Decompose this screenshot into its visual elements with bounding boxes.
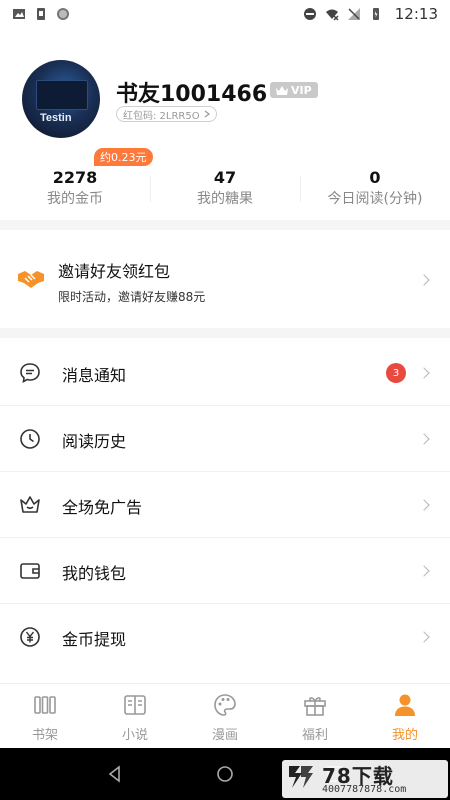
status-left xyxy=(12,7,70,21)
message-icon xyxy=(20,363,40,383)
unread-badge: 3 xyxy=(386,363,406,383)
wallet-icon xyxy=(20,563,40,579)
bottom-tab-bar: 书架 小说 漫画 福利 我的 xyxy=(0,683,450,748)
back-icon[interactable] xyxy=(104,763,126,785)
crown-icon xyxy=(20,496,40,513)
chevron-right-icon xyxy=(418,631,430,643)
red-packet-code-text: 红包码: 2LRR5O xyxy=(123,110,200,122)
crown-small-icon xyxy=(276,85,288,95)
stat-label: 我的金币 xyxy=(47,191,103,207)
no-signal-icon xyxy=(347,8,360,20)
book-icon xyxy=(124,695,146,715)
menu-item-messages[interactable]: 消息通知 3 xyxy=(0,340,450,406)
stat-label: 我的糖果 xyxy=(197,191,253,207)
section-divider xyxy=(0,328,450,338)
menu-label: 我的钱包 xyxy=(62,564,127,583)
avatar-screen xyxy=(36,80,88,110)
menu-label: 全场免广告 xyxy=(62,498,143,517)
watermark-phone: 4007787878.com xyxy=(322,784,407,795)
watermark-logo-icon xyxy=(289,766,313,788)
menu-label: 金币提现 xyxy=(62,630,127,649)
status-bar: 12:13 xyxy=(0,0,450,28)
menu-item-withdraw[interactable]: 金币提现 xyxy=(0,604,450,670)
menu-label: 阅读历史 xyxy=(62,432,127,451)
chevron-right-icon xyxy=(418,499,430,511)
username: 书友1001466 xyxy=(116,82,268,107)
watermark: 78下载 4007787878.com xyxy=(282,760,448,798)
stat-value: 47 xyxy=(213,168,237,187)
stat-reading-today[interactable]: 0 今日阅读(分钟) xyxy=(300,168,450,212)
tab-label: 小说 xyxy=(121,728,148,743)
red-packet-code[interactable]: 红包码: 2LRR5O xyxy=(116,106,217,122)
avatar[interactable]: Testin xyxy=(22,60,100,138)
tab-welfare[interactable]: 福利 xyxy=(270,684,360,748)
status-right: 12:13 xyxy=(303,5,438,23)
stat-candies[interactable]: 47 我的糖果 xyxy=(150,168,300,212)
menu-item-no-ads[interactable]: 全场免广告 xyxy=(0,472,450,538)
stat-coins[interactable]: 2278 我的金币 xyxy=(0,168,150,212)
image-icon xyxy=(13,9,25,19)
gift-icon xyxy=(304,697,326,716)
tab-label: 漫画 xyxy=(211,728,238,743)
person-icon xyxy=(395,694,415,716)
profile-header: Testin 书友1001466 VIP 红包码: 2LRR5O xyxy=(0,56,450,146)
stat-value: 0 xyxy=(369,168,381,187)
tab-bookshelf[interactable]: 书架 xyxy=(0,684,90,748)
palette-icon xyxy=(214,694,236,716)
sim-icon xyxy=(37,8,45,20)
wifi-off-icon xyxy=(325,9,339,21)
tab-comics[interactable]: 漫画 xyxy=(180,684,270,748)
battery-icon xyxy=(372,8,379,20)
vip-label: VIP xyxy=(291,83,312,97)
chevron-right-icon xyxy=(418,367,430,379)
chevron-right-icon xyxy=(418,565,430,577)
tab-label: 我的 xyxy=(391,728,418,743)
tab-me[interactable]: 我的 xyxy=(360,684,450,748)
handshake-icon xyxy=(18,271,44,288)
bookshelf-icon xyxy=(34,696,56,714)
stats-row: 2278 我的金币 47 我的糖果 0 今日阅读(分钟) xyxy=(0,168,450,212)
vip-badge[interactable]: VIP xyxy=(270,82,318,98)
yen-icon xyxy=(20,627,40,647)
invite-subtitle: 限时活动，邀请好友赚88元 xyxy=(58,290,206,304)
tab-label: 福利 xyxy=(301,728,328,743)
stat-value: 2278 xyxy=(52,168,98,187)
invite-banner[interactable]: 邀请好友领红包 限时活动，邀请好友赚88元 xyxy=(0,232,450,328)
menu-item-wallet[interactable]: 我的钱包 xyxy=(0,538,450,604)
clock-icon xyxy=(20,429,40,449)
home-icon[interactable] xyxy=(214,763,236,785)
menu-list: 消息通知 3 阅读历史 全场免广告 我的钱包 金币提现 xyxy=(0,340,450,670)
chevron-right-icon xyxy=(418,274,430,286)
clock-time: 12:13 xyxy=(394,5,438,23)
tab-label: 书架 xyxy=(31,728,58,743)
chevron-right-icon xyxy=(204,110,210,118)
circle-icon xyxy=(57,8,69,20)
menu-item-history[interactable]: 阅读历史 xyxy=(0,406,450,472)
section-divider xyxy=(0,220,450,230)
dnd-icon xyxy=(303,8,316,20)
avatar-text: Testin xyxy=(40,112,72,124)
tab-novel[interactable]: 小说 xyxy=(90,684,180,748)
invite-title: 邀请好友领红包 xyxy=(58,262,171,281)
coin-value-tag: 约0.23元 xyxy=(94,148,153,166)
menu-label: 消息通知 xyxy=(62,366,127,385)
stat-label: 今日阅读(分钟) xyxy=(327,191,423,207)
chevron-right-icon xyxy=(418,433,430,445)
